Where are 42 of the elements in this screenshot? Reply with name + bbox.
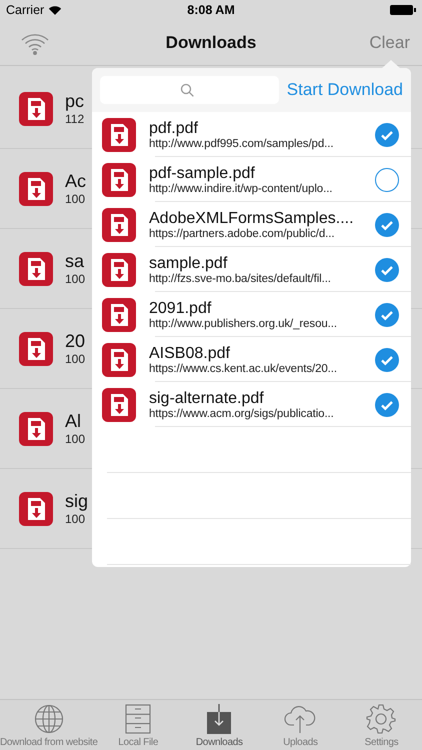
download-item[interactable]: 2091.pdf http://www.publishers.org.uk/_resou... xyxy=(92,292,411,337)
file-title: AdobeXMLFormsSamples.... xyxy=(149,210,355,228)
file-size: 112 xyxy=(65,112,84,126)
file-name: sig xyxy=(65,491,88,512)
tab-label: Downloads xyxy=(196,737,243,748)
tab-label: Settings xyxy=(364,737,398,748)
file-size: 100 xyxy=(65,192,86,206)
file-title: pdf-sample.pdf xyxy=(149,164,256,182)
file-url: http://www.pdf995.com/samples/pd... xyxy=(149,138,334,150)
tab-label: Uploads xyxy=(283,737,318,748)
file-name: 20 xyxy=(65,331,86,352)
file-url: https://www.acm.org/sigs/publicatio... xyxy=(149,408,335,420)
file-url: http://www.publishers.org.uk/_resou... xyxy=(149,318,338,330)
file-name: pc xyxy=(65,91,84,112)
file-title: pdf.pdf xyxy=(149,120,199,138)
file-title: 2091.pdf xyxy=(149,300,212,318)
tab-label: Download from website xyxy=(0,737,98,748)
file-url: http://fzs.sve-mo.ba/sites/default/fil... xyxy=(149,272,332,284)
file-size: 100 xyxy=(65,432,86,446)
file-title: sig-alternate.pdf xyxy=(149,390,265,408)
file-name: sa xyxy=(65,251,86,272)
file-title: sample.pdf xyxy=(149,254,228,272)
file-name: Al xyxy=(65,411,82,432)
file-name: Ac xyxy=(65,171,86,192)
download-item[interactable]: sample.pdf http://fzs.sve-mo.ba/sites/default/fil... xyxy=(92,247,411,292)
download-item[interactable]: pdf-sample.pdf http://www.indire.it/wp-content/uplo... xyxy=(92,157,411,202)
download-item[interactable]: AISB08.pdf https://www.cs.kent.ac.uk/events/20... xyxy=(92,337,411,382)
tab-bar-item[interactable]: Downloads xyxy=(178,700,260,750)
file-title: AISB08.pdf xyxy=(149,344,231,362)
file-url: http://www.indire.it/wp-content/uplo... xyxy=(149,182,334,194)
file-size: 100 xyxy=(65,352,86,366)
download-item[interactable]: sig-alternate.pdf https://www.acm.org/sigs/publicatio... xyxy=(92,382,411,427)
carrier-label: Carrier xyxy=(6,3,44,17)
file-size: 100 xyxy=(65,272,86,286)
download-item[interactable]: pdf.pdf http://www.pdf995.com/samples/pd... xyxy=(92,112,411,157)
nav-title: Downloads xyxy=(166,32,256,52)
file-url: https://www.cs.kent.ac.uk/events/20... xyxy=(149,362,338,374)
status-time: 8:08 AM xyxy=(186,3,236,17)
file-url: https://partners.adobe.com/public/d... xyxy=(149,228,336,240)
file-size: 100 xyxy=(65,512,86,526)
download-item[interactable]: AdobeXMLFormsSamples.... https://partners.adobe.com/public/d... xyxy=(92,202,411,247)
tab-label: Local File xyxy=(118,737,158,748)
